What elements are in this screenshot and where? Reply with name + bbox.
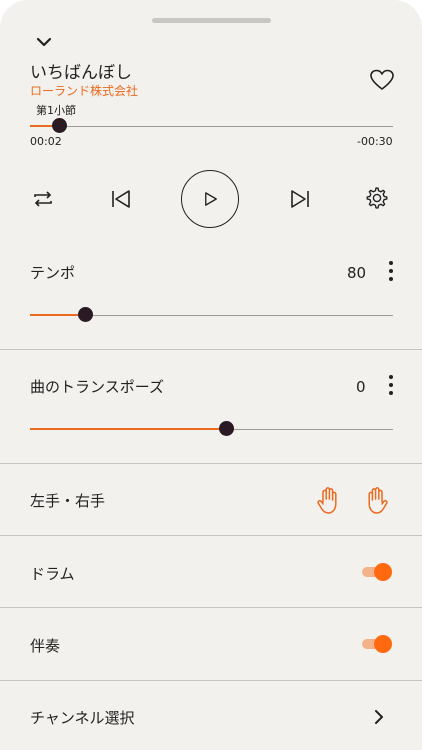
accompaniment-toggle[interactable] xyxy=(362,634,394,654)
elapsed-time: 00:02 xyxy=(30,135,62,148)
sheet-grabber[interactable] xyxy=(152,18,271,23)
measure-label: 第1小節 xyxy=(36,104,76,117)
drums-label: ドラム xyxy=(30,565,75,583)
accompaniment-label: 伴奏 xyxy=(30,637,61,655)
divider xyxy=(0,349,422,350)
player-sheet: いちばんぼし ローランド株式会社 第1小節 00:02 -00:30 テンポ 8 xyxy=(0,0,422,750)
right-hand-icon[interactable] xyxy=(363,485,389,515)
song-artist[interactable]: ローランド株式会社 xyxy=(30,82,138,99)
tempo-label: テンポ xyxy=(30,264,76,282)
progress-knob[interactable] xyxy=(52,118,67,133)
divider xyxy=(0,607,422,608)
transpose-label: 曲のトランスポーズ xyxy=(30,378,164,396)
chevron-down-icon[interactable] xyxy=(32,32,56,52)
repeat-icon[interactable] xyxy=(31,188,55,210)
tempo-more-icon[interactable] xyxy=(387,261,395,285)
skip-back-icon[interactable] xyxy=(110,188,132,210)
skip-forward-icon[interactable] xyxy=(289,188,311,210)
transpose-value: 0 xyxy=(356,378,366,396)
drums-toggle[interactable] xyxy=(362,562,394,582)
hands-label: 左手・右手 xyxy=(30,492,106,510)
tempo-value: 80 xyxy=(347,264,367,282)
play-icon xyxy=(205,192,217,206)
play-button[interactable] xyxy=(181,170,239,228)
remaining-time: -00:30 xyxy=(357,135,393,148)
progress-track xyxy=(30,126,393,127)
transpose-fill xyxy=(30,428,227,430)
gear-icon[interactable] xyxy=(365,186,389,210)
divider xyxy=(0,535,422,536)
song-title: いちばんぼし xyxy=(30,63,132,83)
transpose-more-icon[interactable] xyxy=(387,375,395,399)
transpose-knob[interactable] xyxy=(219,421,234,436)
channel-select-row[interactable]: チャンネル選択 xyxy=(0,681,422,750)
heart-icon[interactable] xyxy=(369,68,395,92)
left-hand-icon[interactable] xyxy=(316,485,342,515)
channel-select-label: チャンネル選択 xyxy=(30,709,135,727)
divider xyxy=(0,463,422,464)
chevron-right-icon xyxy=(375,710,383,724)
tempo-knob[interactable] xyxy=(78,307,93,322)
